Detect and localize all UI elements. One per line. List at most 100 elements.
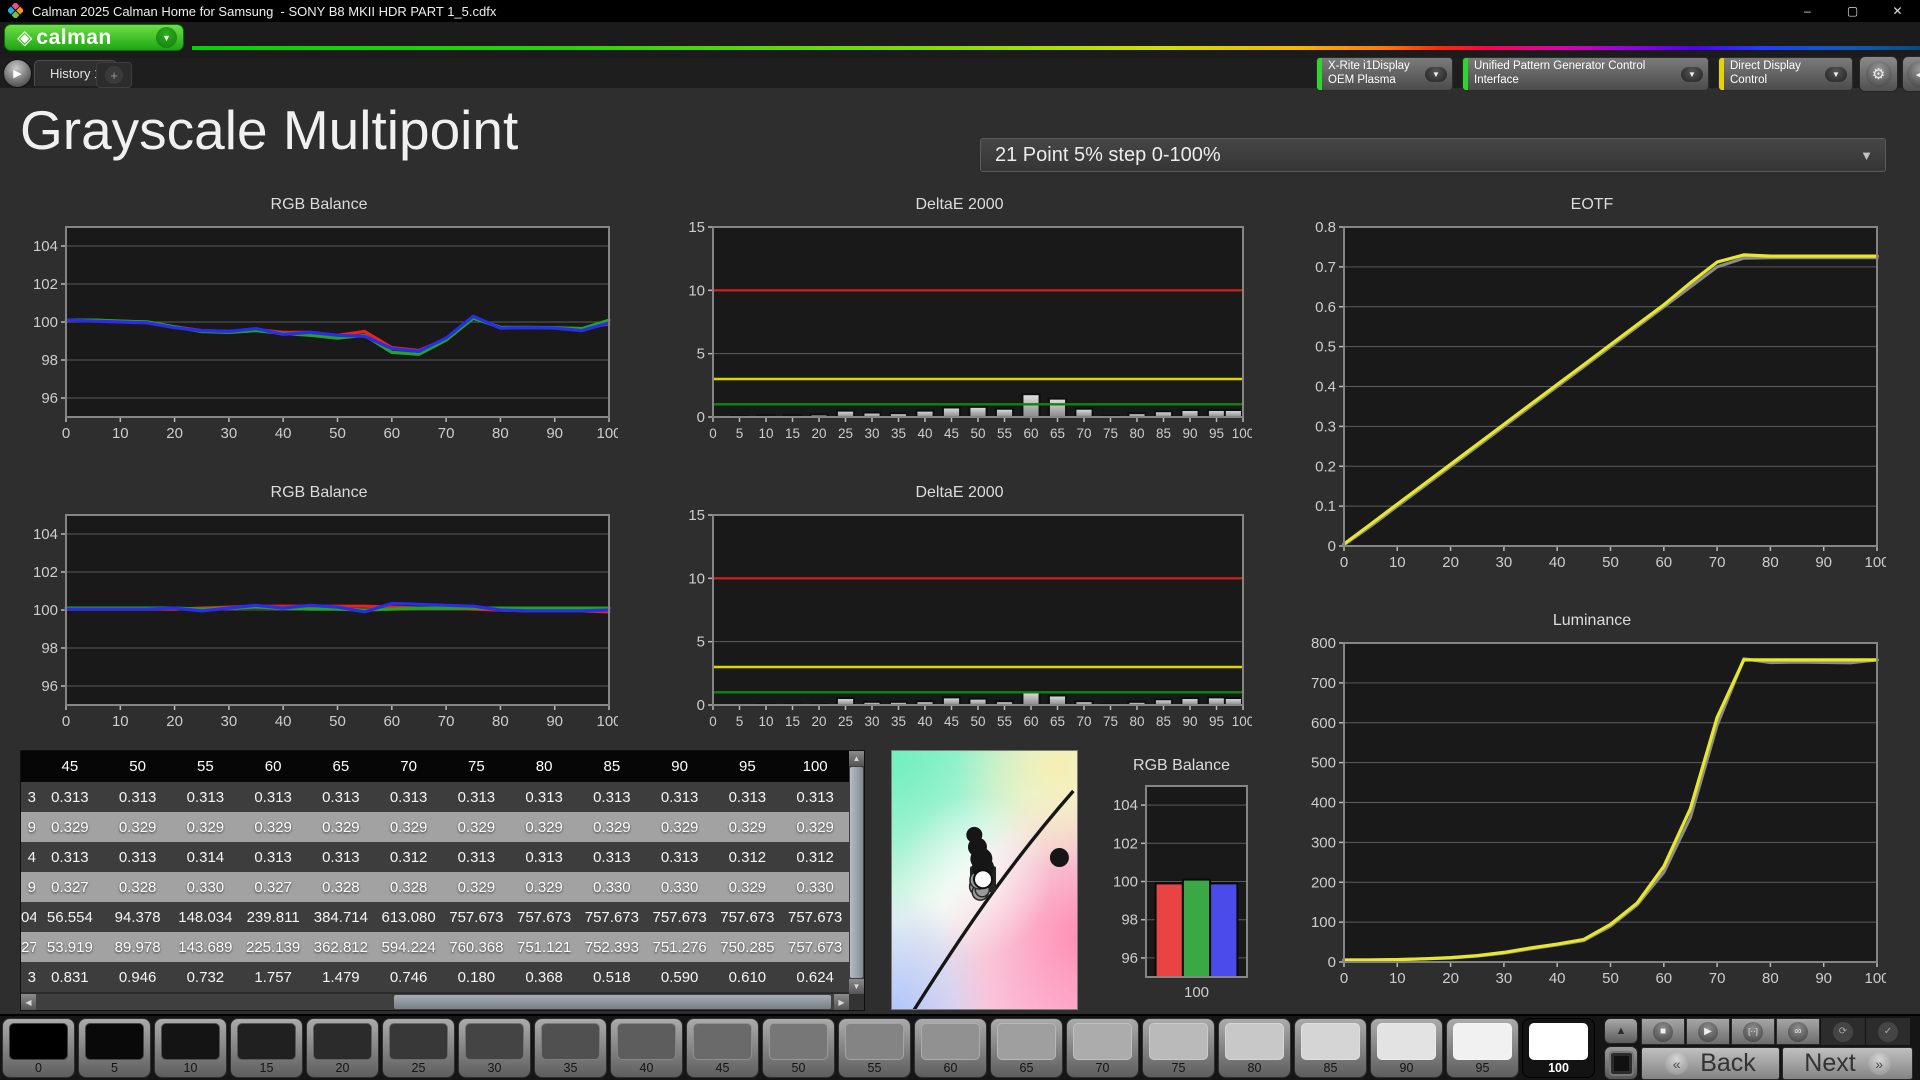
gray-patch-45[interactable]: 45 (686, 1018, 759, 1078)
gray-patch-65[interactable]: 65 (990, 1018, 1063, 1078)
horizontal-scrollbar[interactable]: ◀ ▶ (21, 994, 849, 1010)
vertical-scrollbar[interactable]: ▲ ▼ (849, 751, 864, 994)
pattern-window-button[interactable] (1604, 1046, 1638, 1080)
svg-text:60: 60 (383, 425, 400, 442)
table-column-header: 60 (239, 751, 307, 782)
tab-scroll-button[interactable]: ▶ (3, 59, 32, 88)
collapse-panel-button[interactable]: ◀ (1902, 56, 1920, 92)
stop-button[interactable]: ■ (1641, 1018, 1685, 1045)
table-column-header: 80 (510, 751, 578, 782)
minimize-button[interactable]: – (1785, 0, 1830, 22)
gray-patch-30[interactable]: 30 (458, 1018, 531, 1078)
pattern-generator-dropdown[interactable]: Unified Pattern Generator Control Interf… (1462, 57, 1709, 91)
svg-text:20: 20 (811, 426, 826, 441)
table-cell: 613.080 (381, 908, 436, 926)
svg-text:200: 200 (1311, 874, 1336, 891)
gray-patch-100[interactable]: 100 (1522, 1018, 1595, 1078)
play-icon: ▶ (1698, 1021, 1718, 1042)
table-column-header: 65 (307, 751, 375, 782)
svg-text:70: 70 (438, 425, 455, 442)
table-cell: 0.313 (660, 848, 699, 866)
back-button[interactable]: « Back (1641, 1047, 1780, 1080)
maximize-button[interactable]: ▢ (1830, 0, 1875, 22)
gray-patch-5[interactable]: 5 (78, 1018, 151, 1078)
gray-patch-10[interactable]: 10 (154, 1018, 227, 1078)
gray-patch-85[interactable]: 85 (1294, 1018, 1367, 1078)
calman-menu-button[interactable]: ◈ calman ▼ (4, 24, 184, 51)
close-button[interactable]: ✕ (1875, 0, 1920, 22)
svg-text:10: 10 (688, 282, 705, 299)
chart-title: RGB Balance (270, 484, 368, 501)
table-cell: 0.313 (51, 788, 89, 806)
page-title: Grayscale Multipoint (20, 99, 519, 161)
gray-patch-0[interactable]: 0 (2, 1018, 75, 1078)
svg-text:98: 98 (41, 352, 58, 369)
table-cell: 0.610 (728, 968, 767, 986)
gray-patch-55[interactable]: 55 (838, 1018, 911, 1078)
table-cell: 148.034 (178, 908, 233, 926)
table-cell: 0.313 (796, 788, 834, 806)
svg-text:0: 0 (1328, 954, 1336, 971)
preset-dropdown[interactable]: 21 Point 5% step 0-100% ▼ (980, 138, 1886, 172)
meter-dropdown[interactable]: X-Rite i1Display OEM Plasma ▼ (1316, 57, 1453, 91)
svg-text:15: 15 (688, 508, 705, 524)
gray-swatch (1225, 1023, 1284, 1060)
gray-patch-90[interactable]: 90 (1370, 1018, 1443, 1078)
gray-patch-75[interactable]: 75 (1142, 1018, 1215, 1078)
svg-text:30: 30 (864, 714, 879, 729)
pattern-toolbar: 0 5 10 15 20 25 30 35 40 45 50 55 60 65 70 75 80 85 90 95 10… (0, 1014, 1920, 1080)
table-cell-clipped: 27 (21, 938, 36, 956)
table-cell: 751.276 (652, 938, 707, 956)
svg-text:90: 90 (546, 425, 563, 442)
table-cell: 0.329 (593, 818, 631, 836)
continuous-read-button[interactable]: ∞ (1776, 1018, 1820, 1045)
play-button[interactable]: ▶ (1686, 1018, 1730, 1045)
svg-text:100: 100 (1232, 426, 1252, 441)
gray-swatch (465, 1023, 524, 1060)
gray-patch-80[interactable]: 80 (1218, 1018, 1291, 1078)
svg-text:0: 0 (697, 697, 705, 714)
settings-button[interactable]: ⚙ (1859, 56, 1898, 92)
scroll-down-icon[interactable]: ▼ (849, 979, 864, 994)
display-control-dropdown[interactable]: Direct Display Control ▼ (1718, 57, 1853, 91)
chevron-down-icon[interactable]: ▼ (1825, 66, 1847, 82)
svg-text:10: 10 (112, 713, 129, 730)
next-button[interactable]: Next » (1782, 1047, 1913, 1080)
calman-menu-arrow-icon[interactable]: ▼ (156, 27, 177, 48)
gray-patch-40[interactable]: 40 (610, 1018, 683, 1078)
scroll-right-icon[interactable]: ▶ (834, 994, 849, 1010)
gray-patch-70[interactable]: 70 (1066, 1018, 1139, 1078)
scroll-up-icon[interactable]: ▲ (849, 751, 864, 766)
chevron-down-icon[interactable]: ▼ (1681, 66, 1703, 82)
gray-patch-20[interactable]: 20 (306, 1018, 379, 1078)
gray-patch-25[interactable]: 25 (382, 1018, 455, 1078)
svg-text:300: 300 (1311, 834, 1336, 851)
square-icon (1608, 1050, 1634, 1076)
add-tab-button[interactable]: + (96, 62, 132, 88)
gray-patch-50[interactable]: 50 (762, 1018, 835, 1078)
gray-patch-95[interactable]: 95 (1446, 1018, 1519, 1078)
range-read-button[interactable]: [··] (1731, 1018, 1775, 1045)
gray-patch-60[interactable]: 60 (914, 1018, 987, 1078)
chevron-down-icon[interactable]: ▼ (1425, 66, 1447, 82)
vertical-scroll-thumb[interactable] (850, 767, 863, 978)
accept-button[interactable]: ✓ (1866, 1018, 1910, 1045)
gray-patch-15[interactable]: 15 (230, 1018, 303, 1078)
toolbar-expand-button[interactable]: ▲ (1604, 1018, 1638, 1044)
table-column-header: 55 (171, 751, 240, 782)
table-row: 9 0.329 0.329 0.329 0.329 0.329 0.329 0.329 0.32… (21, 812, 849, 842)
scroll-left-icon[interactable]: ◀ (21, 994, 36, 1010)
svg-text:75: 75 (1103, 426, 1118, 441)
refresh-button[interactable]: ⟳ (1821, 1018, 1865, 1045)
table-cell: 0.368 (525, 968, 563, 986)
transport-controls: ■ ▶ [··] ∞ ⟳ ✓ (1641, 1018, 1910, 1045)
gray-patch-35[interactable]: 35 (534, 1018, 607, 1078)
table-column-header: 95 (713, 751, 782, 782)
svg-text:40: 40 (917, 426, 932, 441)
patch-label: 60 (943, 1061, 958, 1075)
table-cell: 0.831 (51, 968, 89, 986)
horizontal-scroll-thumb[interactable] (393, 995, 831, 1009)
rgb-balance-top-svg: 96 98 100 102 104 0 10 20 30 40 50 60 70 80 90 100 (33, 226, 622, 442)
svg-text:100: 100 (1184, 984, 1209, 1001)
svg-text:98: 98 (41, 640, 58, 657)
